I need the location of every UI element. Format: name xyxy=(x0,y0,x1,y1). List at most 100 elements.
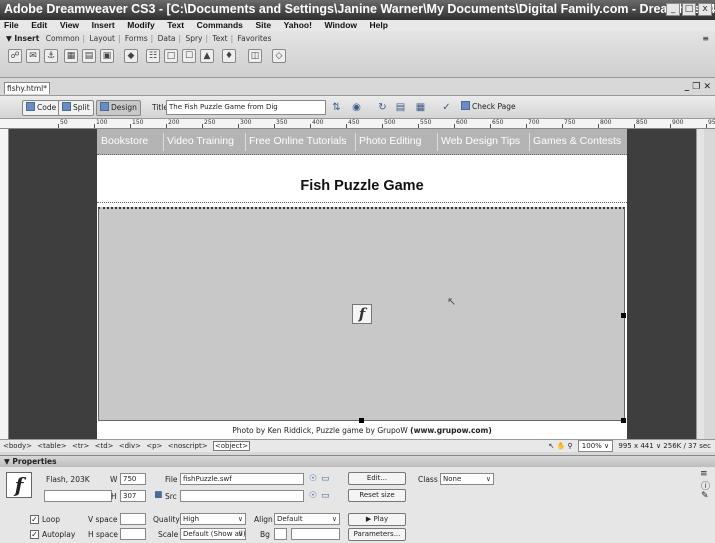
menu-text[interactable]: Text xyxy=(167,20,184,30)
tag-table[interactable]: <table> xyxy=(37,442,66,450)
media-icon[interactable]: ◆ xyxy=(124,49,138,63)
tag-object[interactable]: <object> xyxy=(212,441,251,451)
check-page-button[interactable]: Check Page xyxy=(458,100,519,116)
loop-checkbox[interactable]: ✓ xyxy=(30,515,39,524)
tag-chooser-icon[interactable]: ◇ xyxy=(272,49,286,63)
tag-body[interactable]: <body> xyxy=(3,442,32,450)
browse-src-folder-icon[interactable]: ▭ xyxy=(321,491,330,501)
script-icon[interactable]: ♦ xyxy=(222,49,236,63)
refresh-icon[interactable]: ↻ xyxy=(376,101,389,114)
select-tool-icon[interactable]: ↖ xyxy=(548,442,554,450)
reset-size-button[interactable]: Reset size xyxy=(348,489,406,502)
flash-placeholder[interactable]: f ↖ xyxy=(98,207,626,423)
bg-color-picker[interactable] xyxy=(274,528,287,540)
file-management-icon[interactable]: ⇅ xyxy=(330,101,343,114)
tag-div[interactable]: <div> xyxy=(119,442,141,450)
hand-tool-icon[interactable]: ✋ xyxy=(556,442,565,450)
parameters-button[interactable]: Parameters... xyxy=(348,528,406,541)
resize-handle-bottom[interactable] xyxy=(359,418,364,423)
menu-window[interactable]: Window xyxy=(325,20,358,30)
menu-insert[interactable]: Insert xyxy=(92,20,115,30)
visual-aids-icon[interactable]: ▦ xyxy=(414,101,427,114)
menu-file[interactable]: File xyxy=(4,20,19,30)
menu-yahoo[interactable]: Yahoo! xyxy=(284,20,312,30)
caption-link[interactable]: (www.grupow.com) xyxy=(410,426,492,435)
src-field[interactable] xyxy=(180,490,304,502)
nav-link[interactable]: Games & Contests xyxy=(533,135,621,147)
quick-tag-editor-icon[interactable]: ✎ xyxy=(701,491,709,501)
page-title-input[interactable]: The Fish Puzzle Game from Dig xyxy=(166,100,326,115)
table-icon[interactable]: ▦ xyxy=(64,49,78,63)
scale-select[interactable]: Default (Show all) xyxy=(180,528,246,540)
hspace-field[interactable] xyxy=(120,528,146,540)
menu-modify[interactable]: Modify xyxy=(127,20,154,30)
align-select[interactable]: Default xyxy=(274,513,340,525)
comment-icon[interactable]: ☐ xyxy=(182,49,196,63)
preview-browser-icon[interactable]: ◉ xyxy=(350,101,363,114)
insert-tab-common[interactable]: Common xyxy=(46,34,80,43)
zoom-select[interactable]: 100% ∨ xyxy=(577,440,614,452)
insert-options-icon[interactable]: ≡ xyxy=(702,34,709,43)
menu-edit[interactable]: Edit xyxy=(31,20,47,30)
email-link-icon[interactable]: ✉ xyxy=(26,49,40,63)
date-icon[interactable]: ☷ xyxy=(146,49,160,63)
properties-header[interactable]: ▼ Properties xyxy=(0,455,715,467)
insert-tab-forms[interactable]: Forms xyxy=(125,34,148,43)
nav-link[interactable]: Photo Editing xyxy=(359,135,421,147)
minimize-button[interactable]: _ xyxy=(666,3,680,16)
div-tag-icon[interactable]: ▤ xyxy=(82,49,96,63)
insert-tab-text[interactable]: Text xyxy=(212,34,227,43)
templates-icon[interactable]: ◫ xyxy=(248,49,262,63)
panel-options-icon[interactable]: ≡ xyxy=(700,469,708,479)
zoom-tool-icon[interactable]: ⚲ xyxy=(567,442,572,450)
width-field[interactable]: 750 xyxy=(120,473,146,485)
file-field[interactable]: fishPuzzle.swf xyxy=(180,473,304,485)
insert-tab-spry[interactable]: Spry xyxy=(185,34,202,43)
server-side-include-icon[interactable]: □ xyxy=(164,49,178,63)
tag-p[interactable]: <p> xyxy=(146,442,162,450)
view-options-icon[interactable]: ▤ xyxy=(394,101,407,114)
tag-tr[interactable]: <tr> xyxy=(72,442,89,450)
class-select[interactable]: None xyxy=(440,473,494,485)
split-view-button[interactable]: Split xyxy=(58,100,94,116)
document-window-controls[interactable]: _ ❒ ✕ xyxy=(685,82,711,92)
code-view-button[interactable]: Code xyxy=(22,100,61,116)
insert-bar-label[interactable]: ▼ Insert xyxy=(6,34,39,43)
canvas-scrollbar[interactable] xyxy=(696,129,704,439)
menu-commands[interactable]: Commands xyxy=(197,20,243,30)
point-to-src-icon[interactable]: ☉ xyxy=(309,491,317,501)
nav-link[interactable]: Free Online Tutorials xyxy=(249,135,346,147)
design-canvas[interactable]: Bookstore Video Training Free Online Tutor… xyxy=(9,129,704,439)
insert-tab-favorites[interactable]: Favorites xyxy=(238,34,272,43)
close-button[interactable]: x xyxy=(698,3,712,16)
play-button[interactable]: ▶ Play xyxy=(348,513,406,526)
nav-link[interactable]: Bookstore xyxy=(101,135,148,147)
document-tab[interactable]: fishy.html* xyxy=(4,82,50,94)
tag-td[interactable]: <td> xyxy=(95,442,114,450)
insert-tab-layout[interactable]: Layout xyxy=(89,34,115,43)
quality-select[interactable]: High xyxy=(180,513,246,525)
design-view-button[interactable]: Design xyxy=(96,100,141,116)
resize-handle-corner[interactable] xyxy=(621,418,626,423)
autoplay-checkbox[interactable]: ✓ xyxy=(30,530,39,539)
menu-help[interactable]: Help xyxy=(370,20,388,30)
menu-site[interactable]: Site xyxy=(255,20,271,30)
resize-handle-right[interactable] xyxy=(621,313,626,318)
image-icon[interactable]: ▣ xyxy=(100,49,114,63)
bg-color-field[interactable] xyxy=(291,528,340,540)
validate-markup-icon[interactable]: ✓ xyxy=(440,101,453,114)
hyperlink-icon[interactable]: ☍ xyxy=(8,49,22,63)
vspace-field[interactable] xyxy=(120,513,146,525)
insert-tab-data[interactable]: Data xyxy=(158,34,176,43)
object-name-field[interactable] xyxy=(44,490,112,502)
nav-link[interactable]: Video Training xyxy=(167,135,234,147)
edit-button[interactable]: Edit... xyxy=(348,472,406,485)
tag-noscript[interactable]: <noscript> xyxy=(168,442,208,450)
head-icon[interactable]: ▲ xyxy=(200,49,214,63)
nav-link[interactable]: Web Design Tips xyxy=(441,135,520,147)
menu-view[interactable]: View xyxy=(60,20,79,30)
named-anchor-icon[interactable]: ⚓ xyxy=(44,49,58,63)
height-field[interactable]: 307 xyxy=(120,490,146,502)
point-to-file-icon[interactable]: ☉ xyxy=(309,474,317,484)
window-size[interactable]: 995 x 441 xyxy=(618,442,653,450)
